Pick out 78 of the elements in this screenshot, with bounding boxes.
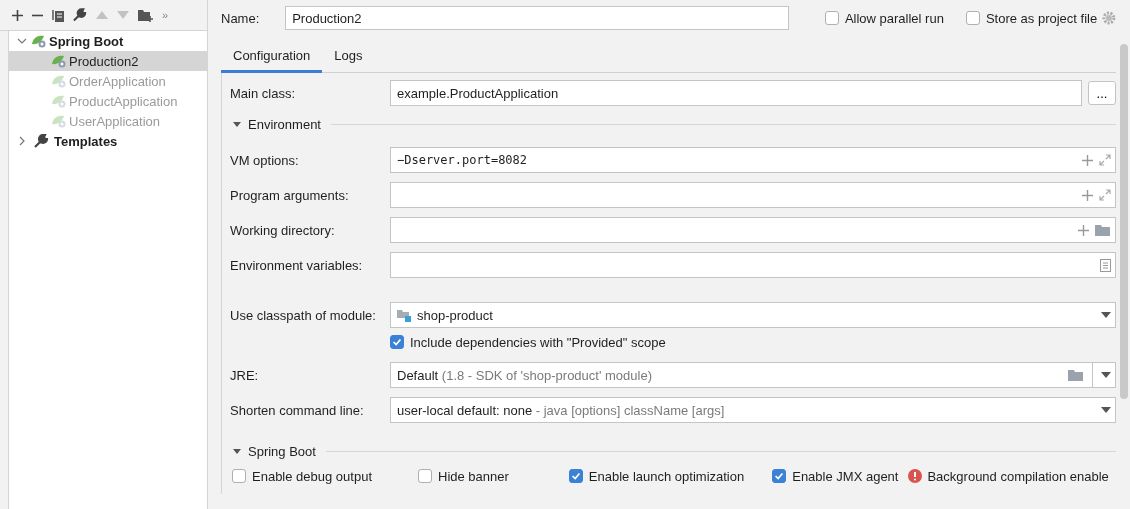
dropdown-arrow-icon[interactable]: [1101, 407, 1111, 413]
name-label: Name:: [221, 10, 261, 26]
field-value: −Dserver.port=8082: [397, 153, 529, 167]
checkbox-label: Enable JMX agent: [792, 468, 899, 484]
field-value: Default (1.8 - SDK of 'shop-product' module): [397, 367, 653, 383]
section-title: Environment: [248, 116, 321, 132]
checkbox[interactable]: [418, 469, 432, 483]
tree-item[interactable]: Spring Boot: [9, 31, 207, 51]
field-label: Main class:: [230, 85, 297, 101]
checkbox-label: Hide banner: [438, 468, 509, 484]
field-label: Use classpath of module:: [230, 307, 377, 323]
section-title: Spring Boot: [248, 443, 316, 459]
folder-icon[interactable]: [1068, 369, 1084, 381]
input-field[interactable]: example.ProductApplication: [390, 80, 1082, 106]
field-label: Shorten command line:: [230, 402, 365, 418]
warning-text: Background compilation enable: [927, 468, 1109, 484]
checkbox[interactable]: [390, 335, 404, 349]
field-label: Program arguments:: [230, 187, 350, 203]
field-label: Environment variables:: [230, 257, 364, 273]
checkbox-label: Enable debug output: [252, 468, 372, 484]
move-down-icon[interactable]: [117, 11, 129, 19]
checkbox[interactable]: [568, 469, 583, 483]
tab[interactable]: Logs: [322, 42, 375, 73]
field-label: VM options:: [230, 152, 300, 168]
expand-icon[interactable]: [1099, 189, 1111, 201]
input-field[interactable]: [390, 252, 1116, 278]
checkmark-icon: [773, 470, 786, 482]
field-label: JRE:: [230, 367, 260, 383]
document-icon[interactable]: [1100, 258, 1111, 272]
plus-icon[interactable]: [1078, 224, 1089, 236]
expand-icon[interactable]: [1099, 154, 1111, 166]
error-icon: [908, 469, 923, 483]
checkbox[interactable]: [824, 11, 839, 25]
checkbox-label: Include dependencies with "Provided" scope: [410, 334, 666, 350]
move-up-icon[interactable]: [96, 11, 108, 19]
dropdown-field[interactable]: Default (1.8 - SDK of 'shop-product' module): [390, 362, 1116, 388]
tree-item[interactable]: Production2: [9, 51, 207, 71]
gear-icon[interactable]: [1102, 11, 1116, 25]
new-folder-icon[interactable]: [138, 8, 153, 22]
scrollbar[interactable]: [1120, 44, 1128, 399]
checkbox-label: Store as project file: [985, 10, 1098, 26]
dropdown-field[interactable]: user-local default: none - java [options] className [args]: [390, 397, 1116, 423]
field-value: example.ProductApplication: [397, 85, 560, 101]
copy-icon[interactable]: [52, 8, 64, 22]
collapse-triangle-icon[interactable]: [232, 119, 242, 129]
name-field[interactable]: Production2: [285, 6, 789, 30]
wrench-icon: [34, 134, 49, 148]
spring-leaf-icon: [51, 74, 67, 88]
input-field[interactable]: −Dserver.port=8082: [390, 147, 1116, 173]
tree-item[interactable]: Templates: [9, 131, 207, 151]
plus-icon[interactable]: [1082, 154, 1093, 166]
checkbox[interactable]: [965, 11, 980, 25]
dropdown-arrow-icon[interactable]: [1101, 372, 1111, 378]
checkbox[interactable]: [232, 469, 246, 483]
field-value: shop-product: [417, 307, 494, 323]
browse-button[interactable]: ...: [1088, 81, 1116, 105]
checkbox-label: Enable launch optimization: [588, 468, 745, 484]
spring-leaf-icon: [31, 34, 47, 48]
input-field[interactable]: [390, 217, 1116, 243]
input-field[interactable]: [390, 182, 1116, 208]
dropdown-arrow-icon[interactable]: [1101, 312, 1111, 318]
field-label: Working directory:: [230, 222, 336, 238]
module-folder-icon: [397, 308, 412, 322]
spring-leaf-icon: [51, 94, 67, 108]
dropdown-field[interactable]: shop-product: [390, 302, 1116, 328]
spring-leaf-icon: [51, 114, 67, 128]
spring-leaf-icon: [51, 54, 67, 68]
plus-icon[interactable]: [1082, 189, 1093, 201]
tab[interactable]: Configuration: [221, 42, 323, 73]
checkmark-icon: [569, 470, 582, 482]
checkbox-label: Allow parallel run: [844, 10, 944, 26]
field-value: user-local default: none - java [options] className [args]: [397, 402, 726, 418]
wrench-icon[interactable]: [73, 8, 87, 22]
collapse-triangle-icon[interactable]: [232, 446, 242, 456]
checkbox[interactable]: [772, 469, 787, 483]
folder-icon[interactable]: [1095, 224, 1111, 236]
checkmark-icon: [391, 336, 403, 348]
add-icon[interactable]: [12, 9, 23, 21]
